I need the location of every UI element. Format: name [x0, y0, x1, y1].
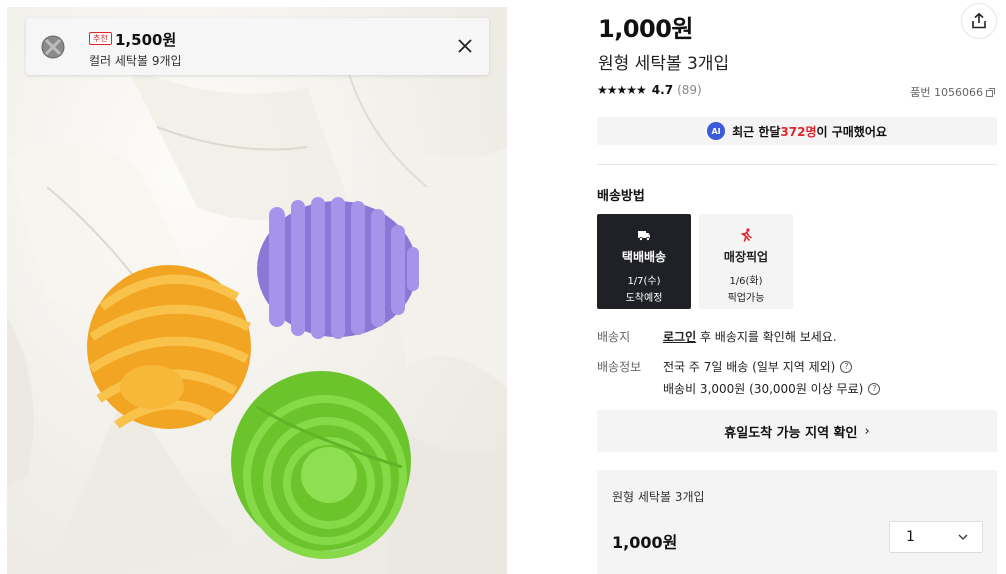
shipping-option-note: 픽업가능	[727, 293, 765, 304]
recommended-product-name[interactable]: 컬러 세탁볼 9개입	[89, 52, 182, 69]
shipping-option-date: 1/7(수)	[627, 276, 661, 287]
shipping-info-label: 배송정보	[597, 360, 642, 374]
quantity-select[interactable]: 1	[889, 521, 983, 553]
shipping-option-date: 1/6(화)	[729, 276, 763, 287]
laundry-balls-photo	[7, 66, 507, 574]
ai-summary-count: 372명	[780, 124, 817, 139]
copy-icon[interactable]	[986, 87, 995, 97]
ai-summary-suffix: 이 구매했어요	[816, 124, 887, 139]
rating-value: 4.7	[651, 83, 674, 97]
shipping-option-label: 택배배송	[621, 250, 667, 264]
shipping-option-delivery[interactable]: 택배배송 1/7(수) 도착예정	[597, 214, 691, 309]
star-rating-icon: ★★★★★	[597, 83, 647, 97]
share-button[interactable]	[961, 3, 997, 39]
shipping-schedule: 전국 주 7일 배송 (일부 지역 제외)	[663, 360, 836, 374]
chevron-down-icon	[958, 534, 968, 540]
shipping-option-store-pickup[interactable]: 매장픽업 1/6(화) 픽업가능	[699, 214, 793, 309]
product-title: 원형 세탁볼 3개입	[598, 54, 730, 74]
product-main-image[interactable]	[7, 7, 507, 574]
shipping-info-line1: 전국 주 7일 배송 (일부 지역 제외) ?	[663, 358, 853, 375]
holiday-delivery-check-button[interactable]: 휴일도착 가능 지역 확인 ›	[597, 410, 997, 452]
shipping-info-line2: 배송비 3,000원 (30,000원 이상 무료) ?	[663, 380, 881, 397]
ai-summary-prefix: 최근 한달	[732, 124, 781, 139]
chevron-right-icon: ›	[864, 423, 870, 439]
recommended-price: 1,500원	[115, 31, 177, 49]
address-hint: 후 배송지를 확인해 보세요.	[696, 330, 837, 344]
green-ball	[231, 371, 411, 559]
rating-summary[interactable]: ★★★★★ 4.7 (89)	[597, 83, 702, 97]
help-icon[interactable]: ?	[868, 382, 881, 395]
close-icon[interactable]	[455, 36, 475, 56]
selected-option-name: 원형 세탁볼 3개입	[612, 490, 705, 504]
yellow-ball	[87, 265, 251, 429]
selected-option-panel: 원형 세탁볼 3개입 1,000원 1	[597, 470, 997, 574]
recommend-badge: 추천	[89, 32, 112, 45]
shipping-fee: 배송비 3,000원 (30,000원 이상 무료)	[663, 382, 864, 396]
address-label: 배송지	[597, 330, 631, 344]
product-sku[interactable]: 품번 1056066	[910, 84, 995, 100]
running-person-icon	[741, 228, 752, 242]
quantity-value: 1	[906, 529, 915, 545]
shipping-option-label: 매장픽업	[723, 250, 769, 264]
review-count[interactable]: (89)	[677, 83, 702, 97]
recommended-product-thumbnail[interactable]	[40, 34, 66, 60]
product-price: 1,000원	[598, 15, 694, 43]
share-icon	[972, 12, 986, 29]
holiday-button-label: 휴일도착 가능 지역 확인	[724, 425, 858, 441]
help-icon[interactable]: ?	[840, 360, 853, 373]
ai-purchase-summary: AI 최근 한달 372명 이 구매했어요	[597, 117, 997, 145]
login-link[interactable]: 로그인	[663, 328, 696, 345]
address-value: 로그인 후 배송지를 확인해 보세요.	[663, 328, 837, 345]
section-divider	[597, 164, 997, 165]
shipping-method-heading: 배송방법	[597, 189, 645, 204]
sku-text: 품번 1056066	[910, 86, 983, 99]
shipping-option-note: 도착예정	[625, 293, 663, 304]
recommendation-banner[interactable]: 추천 1,500원 컬러 세탁볼 9개입	[26, 18, 489, 75]
delivery-truck-icon	[638, 231, 650, 241]
selected-option-price: 1,000원	[612, 533, 678, 552]
ai-icon: AI	[707, 122, 726, 140]
